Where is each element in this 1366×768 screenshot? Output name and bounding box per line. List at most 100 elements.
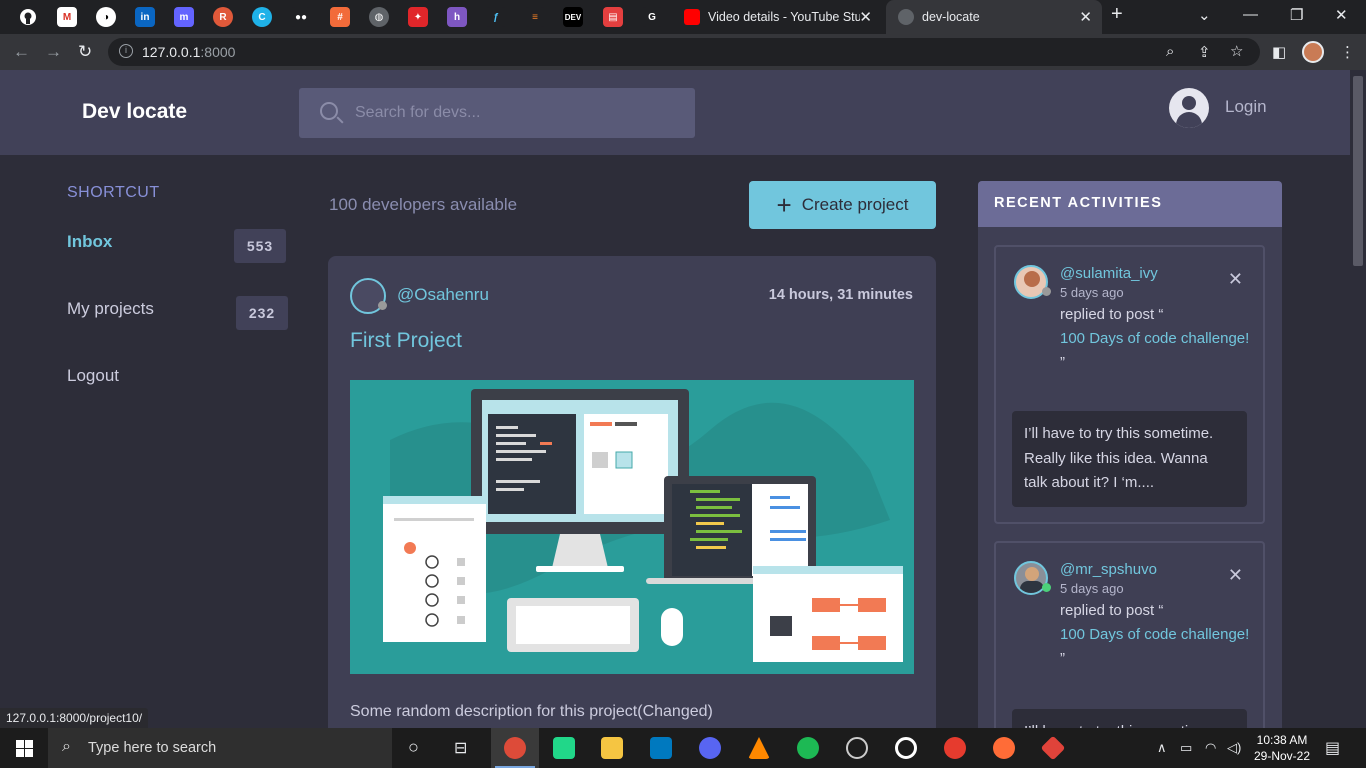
- gmail-icon[interactable]: M: [57, 7, 77, 27]
- status-dot: [378, 301, 387, 310]
- activity-username[interactable]: @mr_spshuvo: [1060, 561, 1157, 578]
- project-title[interactable]: First Project: [350, 329, 462, 353]
- pinned-tab-icon[interactable]: ◑: [96, 7, 116, 27]
- cortana-icon[interactable]: ○: [408, 737, 419, 758]
- search-icon: [320, 102, 338, 120]
- site-logo[interactable]: Dev locate: [82, 100, 187, 124]
- address-bar[interactable]: i 127.0.0.1:8000 ⌕ ⇪ ☆: [108, 38, 1260, 66]
- trello-icon[interactable]: [650, 737, 672, 759]
- close-icon[interactable]: ✕: [859, 8, 872, 26]
- menu-icon[interactable]: ⋮: [1340, 43, 1355, 61]
- r-icon[interactable]: R: [213, 7, 233, 27]
- taskbar-search-placeholder: Type here to search: [88, 740, 217, 756]
- linkedin-icon[interactable]: in: [135, 7, 155, 27]
- close-icon[interactable]: ✕: [1079, 8, 1092, 26]
- discord-icon[interactable]: [699, 737, 721, 759]
- medium-icon[interactable]: ●●: [291, 7, 311, 27]
- sidebar-item-inbox[interactable]: Inbox: [67, 232, 112, 252]
- vlc-icon[interactable]: [748, 737, 770, 759]
- notification-icon[interactable]: ▤: [1325, 738, 1340, 758]
- taskbar-clock[interactable]: 10:38 AM 29-Nov-22: [1252, 732, 1312, 764]
- activity-post-link[interactable]: 100 Days of code challenge!: [1060, 626, 1249, 643]
- dev-search-input[interactable]: [355, 100, 675, 126]
- heroku-icon[interactable]: h: [447, 7, 467, 27]
- github-icon[interactable]: [18, 7, 38, 27]
- postman-icon[interactable]: [993, 737, 1015, 759]
- browser-toolbar: ← → ↻ i 127.0.0.1:8000 ⌕ ⇪ ☆ ◧ ⋮: [0, 34, 1366, 70]
- zoom-icon[interactable]: ⌕: [1166, 43, 1174, 60]
- profile-avatar[interactable]: [1302, 41, 1324, 63]
- back-icon[interactable]: ←: [13, 42, 30, 62]
- mastodon-icon[interactable]: m: [174, 7, 194, 27]
- project-owner-link[interactable]: @Osahenru: [397, 285, 489, 305]
- recent-activities-panel: RECENT ACTIVITIES @sulamita_ivy 5 days a…: [978, 181, 1282, 741]
- forward-icon[interactable]: →: [45, 42, 62, 62]
- sidepanel-icon[interactable]: ◧: [1272, 43, 1286, 61]
- task-view-icon[interactable]: ⊟: [454, 738, 467, 758]
- pinned-tab-icon[interactable]: ▤: [603, 7, 623, 27]
- tab-youtube-studio[interactable]: Video details - YouTube Studio ✕: [672, 0, 882, 34]
- grammarly-icon[interactable]: G: [642, 7, 662, 27]
- url-text[interactable]: 127.0.0.1:8000: [142, 44, 235, 60]
- pycharm-icon[interactable]: [553, 737, 575, 759]
- tab-search-icon[interactable]: ⌄: [1198, 6, 1211, 24]
- activity-action: replied to post “: [1060, 602, 1164, 619]
- site-header: Dev locate Login: [0, 70, 1350, 155]
- dismiss-activity-icon[interactable]: ✕: [1228, 565, 1243, 586]
- project-thumbnail[interactable]: [350, 380, 914, 674]
- activity-item[interactable]: @sulamita_ivy 5 days ago replied to post…: [994, 245, 1265, 524]
- file-explorer-icon[interactable]: [601, 737, 623, 759]
- user-avatar[interactable]: [1169, 88, 1209, 128]
- projects-count-badge: 232: [236, 296, 288, 330]
- obs-icon[interactable]: [846, 737, 868, 759]
- tab-dev-locate[interactable]: dev-locate ✕: [886, 0, 1102, 34]
- activity-post-link[interactable]: 100 Days of code challenge!: [1060, 330, 1249, 347]
- recent-activities-title: RECENT ACTIVITIES: [994, 195, 1163, 211]
- create-project-button[interactable]: + Create project: [749, 181, 936, 229]
- windows-start-icon[interactable]: [16, 740, 33, 757]
- taskbar-chrome[interactable]: [491, 728, 539, 768]
- activity-username[interactable]: @sulamita_ivy: [1060, 265, 1158, 282]
- pinned-tab-icon[interactable]: ƒ: [486, 7, 506, 27]
- plus-icon: +: [776, 190, 792, 220]
- volume-icon[interactable]: ◁): [1227, 740, 1241, 756]
- wifi-icon[interactable]: ◠: [1205, 740, 1216, 756]
- close-window-button[interactable]: ✕: [1335, 6, 1348, 24]
- login-link[interactable]: Login: [1225, 97, 1267, 117]
- sidebar-item-logout[interactable]: Logout: [67, 366, 119, 386]
- activity-close-quote: ”: [1060, 650, 1065, 667]
- info-icon[interactable]: i: [119, 44, 133, 58]
- star-icon[interactable]: ☆: [1230, 42, 1243, 60]
- dev-search-box[interactable]: [299, 88, 695, 138]
- new-tab-button[interactable]: +: [1111, 3, 1123, 26]
- tray-chevron-icon[interactable]: ∧: [1157, 740, 1167, 756]
- app-icon[interactable]: [895, 737, 917, 759]
- shortcut-heading: SHORTCUT: [67, 184, 160, 201]
- project-owner-avatar[interactable]: [350, 278, 387, 314]
- taskbar-search[interactable]: ⌕ Type here to search: [48, 728, 392, 768]
- activity-text: replied to post “ 100 Days of code chall…: [1060, 303, 1250, 375]
- canva-icon[interactable]: C: [252, 7, 272, 27]
- scrollbar-thumb[interactable]: [1353, 76, 1363, 266]
- pinned-tab-icon[interactable]: #: [330, 7, 350, 27]
- project-description: Some random description for this project…: [350, 703, 713, 720]
- sidebar-item-my-projects[interactable]: My projects: [67, 299, 154, 319]
- activity-time: 5 days ago: [1060, 581, 1124, 596]
- devto-icon[interactable]: DEV: [563, 7, 583, 27]
- activity-reply-text: I’ll have to try this sometime. Really l…: [1012, 411, 1247, 507]
- globe-icon[interactable]: ◍: [369, 7, 389, 27]
- battery-icon[interactable]: ▭: [1180, 740, 1192, 756]
- activity-item[interactable]: @mr_spshuvo 5 days ago replied to post “…: [994, 541, 1265, 741]
- git-icon[interactable]: [1040, 735, 1066, 761]
- dismiss-activity-icon[interactable]: ✕: [1228, 269, 1243, 290]
- reload-icon[interactable]: ↻: [78, 42, 92, 62]
- page-scrollbar[interactable]: [1350, 70, 1366, 728]
- minimize-button[interactable]: —: [1243, 6, 1258, 23]
- pinned-tab-icon[interactable]: ✦: [408, 7, 428, 27]
- spotify-icon[interactable]: [797, 737, 819, 759]
- share-icon[interactable]: ⇪: [1198, 43, 1211, 61]
- stackoverflow-icon[interactable]: ≡: [525, 7, 545, 27]
- app-icon[interactable]: [944, 737, 966, 759]
- project-card[interactable]: @Osahenru 14 hours, 31 minutes First Pro…: [328, 256, 936, 736]
- restore-button[interactable]: ❐: [1290, 6, 1303, 24]
